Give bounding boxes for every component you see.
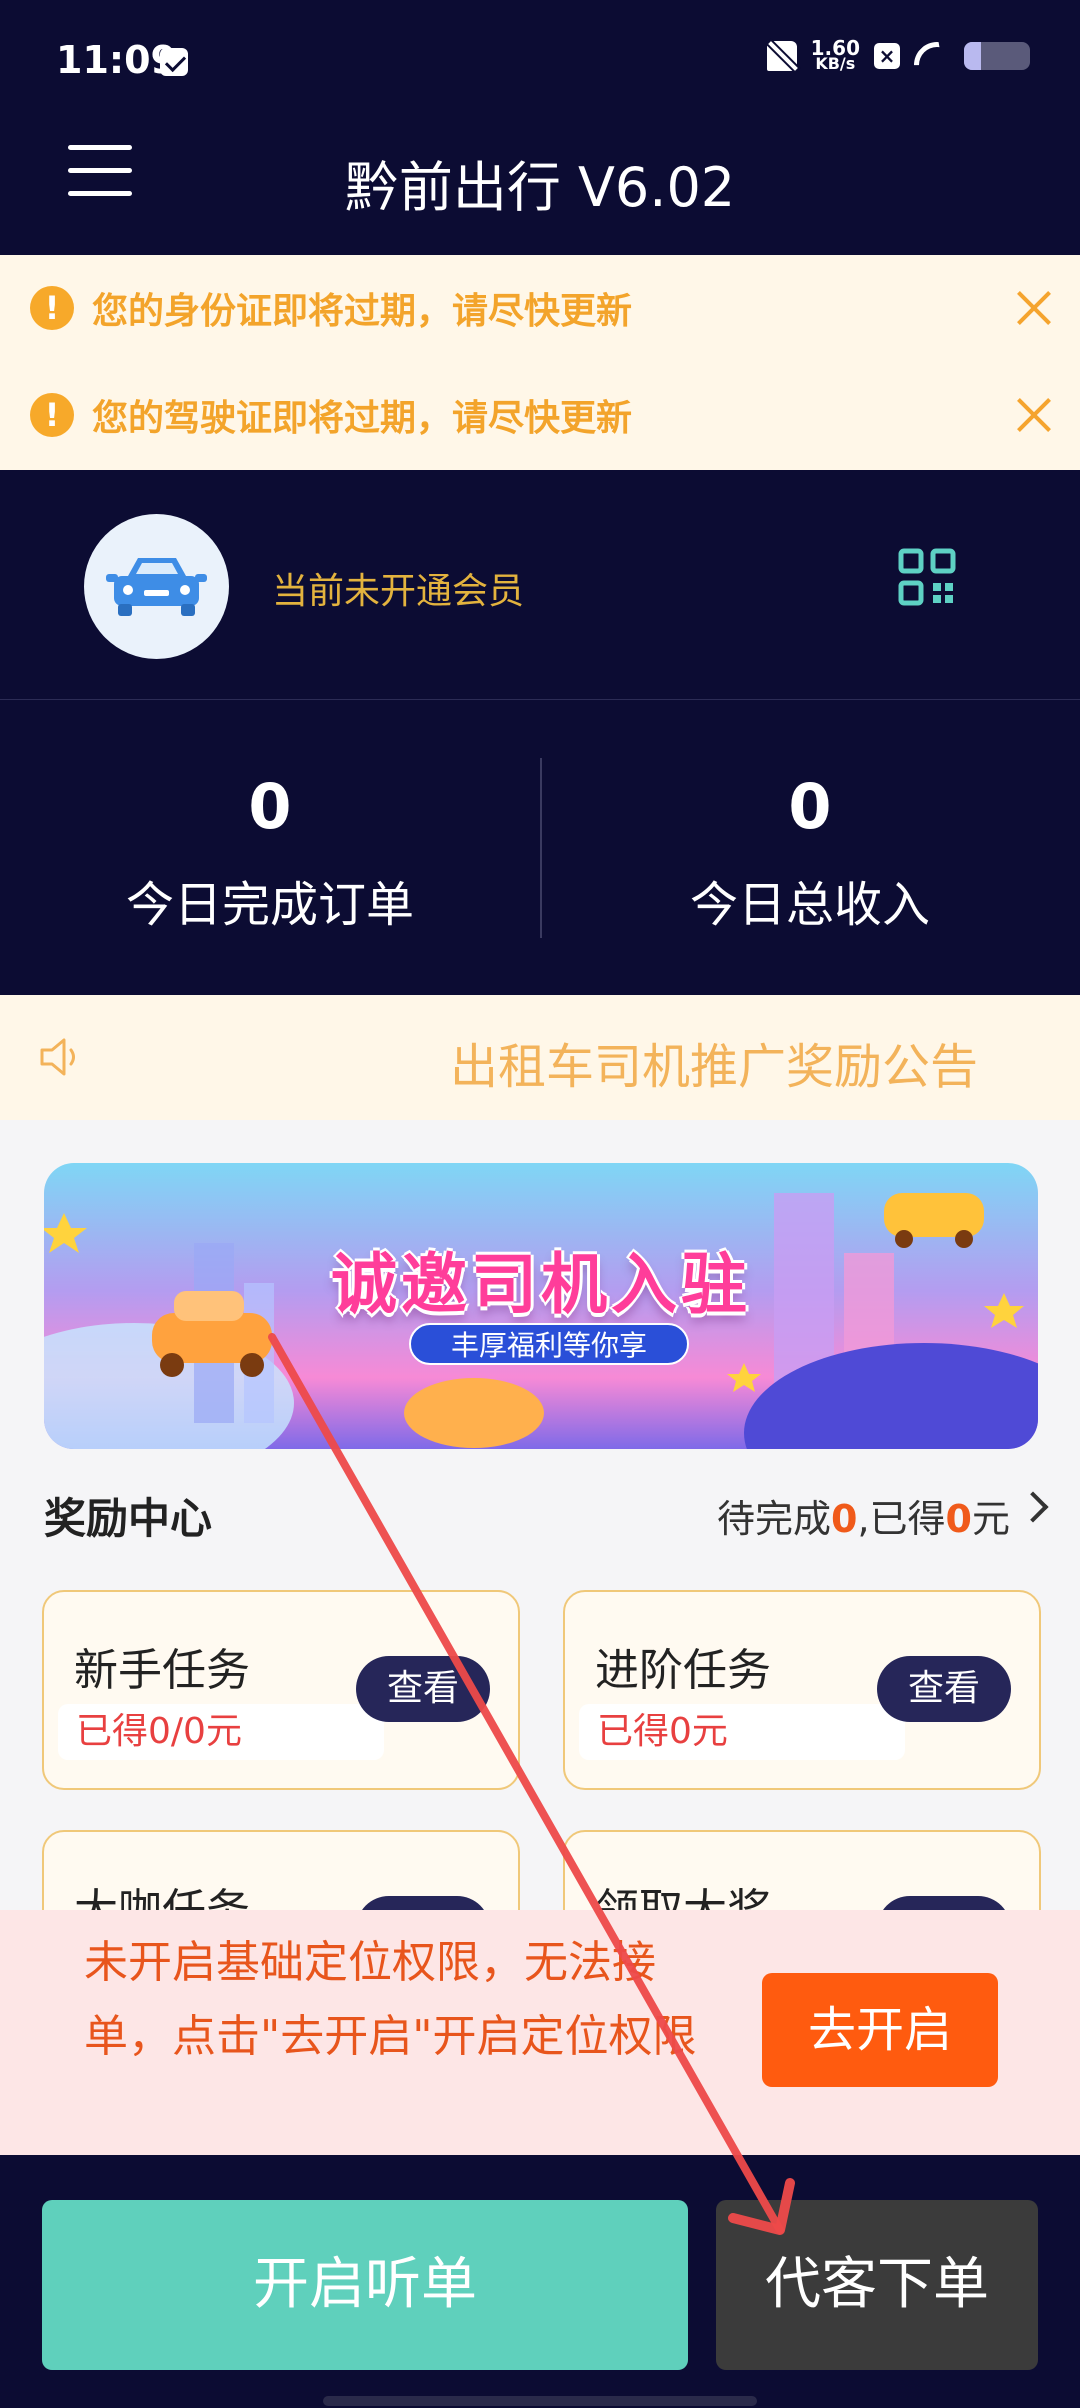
- network-speed: 1.60 KB/s: [810, 36, 860, 73]
- bottom-action-bar: 开启听单 代客下单: [0, 2155, 1080, 2408]
- banner-title: 诚邀司机入驻: [331, 1246, 751, 1323]
- car-avatar-icon: [106, 558, 207, 616]
- location-permission-bar: 未开启基础定位权限，无法接单，点击"去开启"开启定位权限 去开启: [0, 1910, 1080, 2155]
- announcement-bar[interactable]: 出租车司机推广奖励公告: [0, 995, 1080, 1120]
- start-listening-button[interactable]: 开启听单: [42, 2200, 688, 2370]
- order-for-customer-button[interactable]: 代客下单: [716, 2200, 1038, 2370]
- expiry-notices: ! 您的身份证即将过期，请尽快更新 ! 您的驾驶证即将过期，请尽快更新: [0, 255, 1080, 470]
- stat-orders[interactable]: 0 今日完成订单: [0, 770, 540, 935]
- stat-income[interactable]: 0 今日总收入: [540, 770, 1080, 935]
- warning-icon: !: [30, 286, 74, 330]
- close-icon[interactable]: [1016, 397, 1052, 433]
- app-header: 黔前出行 V6.02: [0, 125, 1080, 255]
- task-name: 进阶任务: [595, 1645, 771, 1696]
- banner-subtitle: 丰厚福利等你享: [409, 1323, 689, 1365]
- announcement-text: 出租车司机推广奖励公告: [450, 1039, 979, 1095]
- page-title: 黔前出行 V6.02: [344, 156, 736, 219]
- home-indicator[interactable]: [323, 2396, 757, 2406]
- message-notification-icon: [160, 48, 188, 76]
- task-card-novice[interactable]: 新手任务 已得0/0元 查看: [42, 1590, 520, 1790]
- notice-id-card: ! 您的身份证即将过期，请尽快更新: [0, 258, 1080, 358]
- notice-driver-license: ! 您的驾驶证即将过期，请尽快更新: [0, 365, 1080, 465]
- x-app-icon: ×: [874, 43, 900, 69]
- task-card-advanced[interactable]: 进阶任务 已得0元 查看: [563, 1590, 1041, 1790]
- today-stats: 0 今日完成订单 0 今日总收入: [0, 700, 1080, 995]
- wifi-icon: [914, 42, 950, 70]
- stat-label: 今日总收入: [689, 877, 930, 933]
- status-bar: 11:09 1.60 KB/s ×: [0, 0, 1080, 125]
- status-time: 11:09: [56, 38, 177, 82]
- battery-icon: [964, 42, 1030, 70]
- member-status: 当前未开通会员: [272, 571, 525, 612]
- warning-icon: !: [30, 393, 74, 437]
- mute-bell-icon: [766, 41, 797, 71]
- task-name: 新手任务: [74, 1645, 250, 1696]
- stat-label: 今日完成订单: [125, 877, 414, 933]
- stat-value: 0: [248, 770, 292, 843]
- enable-permission-button[interactable]: 去开启: [762, 1973, 998, 2087]
- reward-center-title: 奖励中心: [44, 1494, 213, 1543]
- notice-text: 您的驾驶证即将过期，请尽快更新: [92, 398, 633, 439]
- task-earned: 已得0元: [579, 1704, 905, 1760]
- avatar[interactable]: [84, 514, 229, 659]
- speaker-icon: [38, 1035, 86, 1079]
- notice-text: 您的身份证即将过期，请尽快更新: [92, 291, 633, 332]
- qr-code-icon[interactable]: [898, 548, 956, 606]
- task-earned: 已得0/0元: [58, 1704, 384, 1760]
- chevron-right-icon[interactable]: [1017, 1491, 1049, 1523]
- reward-summary[interactable]: 待完成0,已得0元: [717, 1488, 1010, 1543]
- close-icon[interactable]: [1016, 290, 1052, 326]
- promo-banner[interactable]: 诚邀司机入驻 丰厚福利等你享: [44, 1163, 1038, 1449]
- stat-value: 0: [788, 770, 832, 843]
- driver-profile: 当前未开通会员: [0, 470, 1080, 700]
- view-button[interactable]: 查看: [356, 1656, 490, 1722]
- status-icons: 1.60 KB/s ×: [766, 36, 1030, 73]
- view-button[interactable]: 查看: [877, 1656, 1011, 1722]
- permission-message: 未开启基础定位权限，无法接单，点击"去开启"开启定位权限: [84, 1937, 697, 2062]
